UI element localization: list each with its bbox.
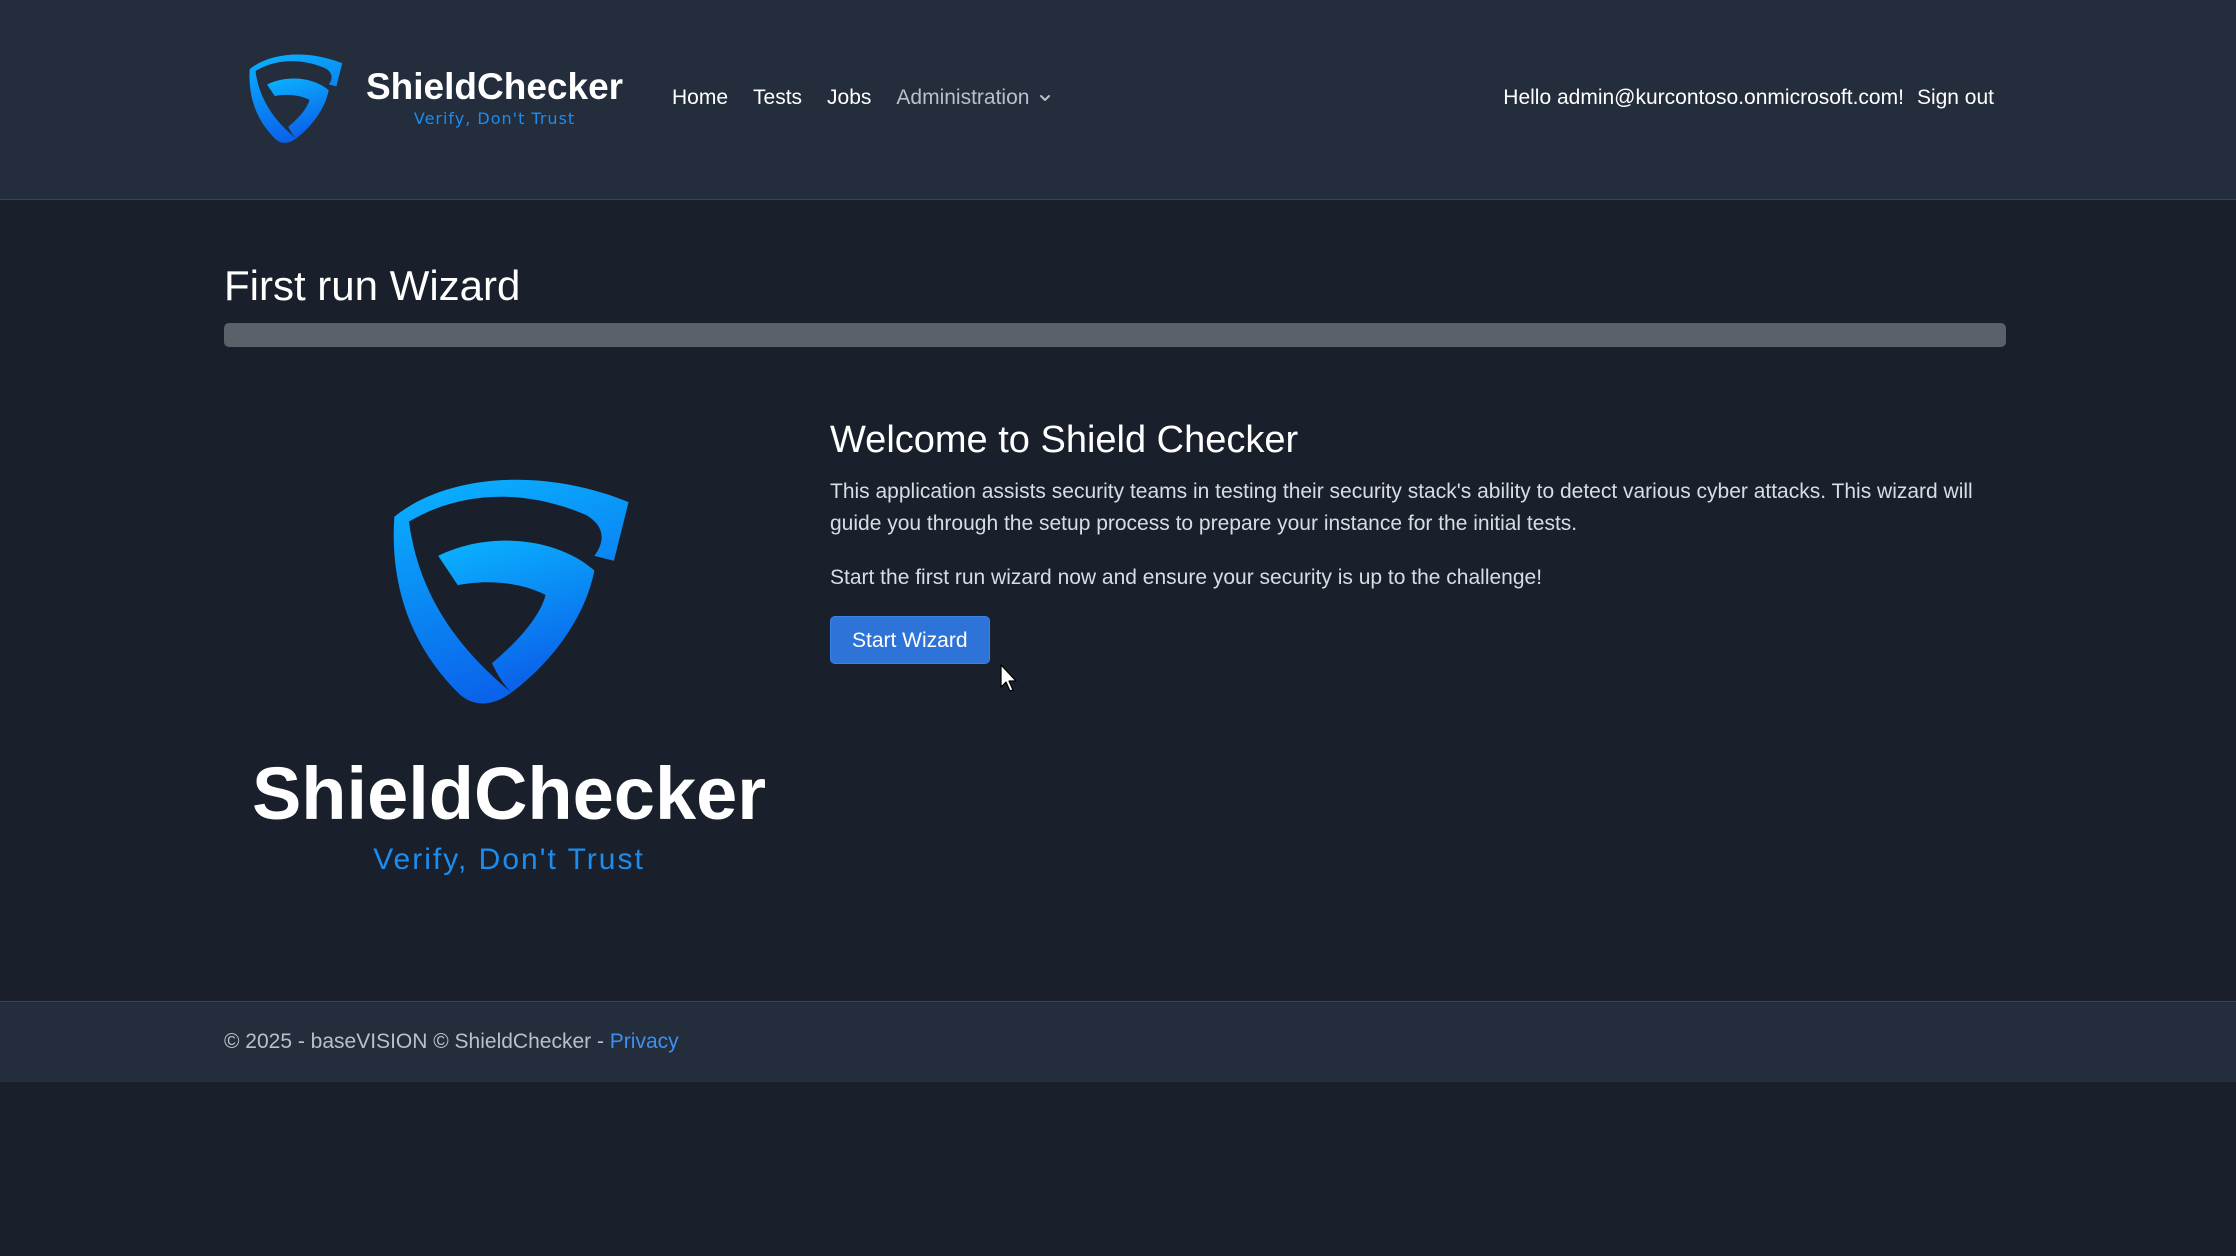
nav-tests[interactable]: Tests [753, 86, 802, 110]
shield-logo-icon [249, 54, 343, 143]
hero-logo-block: ShieldChecker Verify, Don't Trust [252, 468, 766, 878]
nav-jobs[interactable]: Jobs [827, 86, 871, 110]
user-area: Hello admin@kurcontoso.onmicrosoft.com! … [1503, 78, 1994, 118]
top-navbar: ShieldChecker Verify, Don't Trust Home T… [0, 0, 2236, 200]
page-title: First run Wizard [224, 262, 521, 309]
brand-tagline: Verify, Don't Trust [413, 109, 576, 128]
nav-home[interactable]: Home [672, 86, 728, 110]
brand-home-link[interactable]: ShieldChecker Verify, Don't Trust [242, 48, 623, 148]
wizard-progress-bar [224, 323, 2006, 347]
start-wizard-button[interactable]: Start Wizard [830, 616, 990, 664]
brand-name: ShieldChecker [366, 66, 624, 107]
welcome-call-to-action: Start the first run wizard now and ensur… [830, 566, 1543, 589]
hero-brand-name: ShieldChecker [251, 752, 767, 835]
main-nav: Home Tests Jobs Administration [672, 78, 1051, 118]
footer: © 2025 - baseVISION © ShieldChecker - Pr… [0, 1001, 2236, 1082]
shield-logo-icon [393, 479, 629, 704]
footer-text: © 2025 - baseVISION © ShieldChecker - Pr… [224, 1028, 679, 1056]
welcome-section: Welcome to Shield Checker This applicati… [830, 412, 2010, 664]
nav-administration-label: Administration [896, 86, 1030, 109]
user-greeting[interactable]: Hello admin@kurcontoso.onmicrosoft.com! [1503, 86, 1904, 110]
sign-out-link[interactable]: Sign out [1917, 86, 1994, 110]
welcome-title: Welcome to Shield Checker [830, 419, 1299, 461]
welcome-description: This application assists security teams … [830, 480, 1973, 535]
mouse-pointer-icon [1000, 664, 1017, 692]
footer-copyright: © 2025 - baseVISION © ShieldChecker - [224, 1030, 610, 1053]
nav-administration-dropdown[interactable]: Administration [896, 86, 1051, 110]
chevron-down-icon [1040, 95, 1051, 101]
privacy-link[interactable]: Privacy [610, 1030, 679, 1053]
hero-tagline: Verify, Don't Trust [373, 843, 645, 876]
